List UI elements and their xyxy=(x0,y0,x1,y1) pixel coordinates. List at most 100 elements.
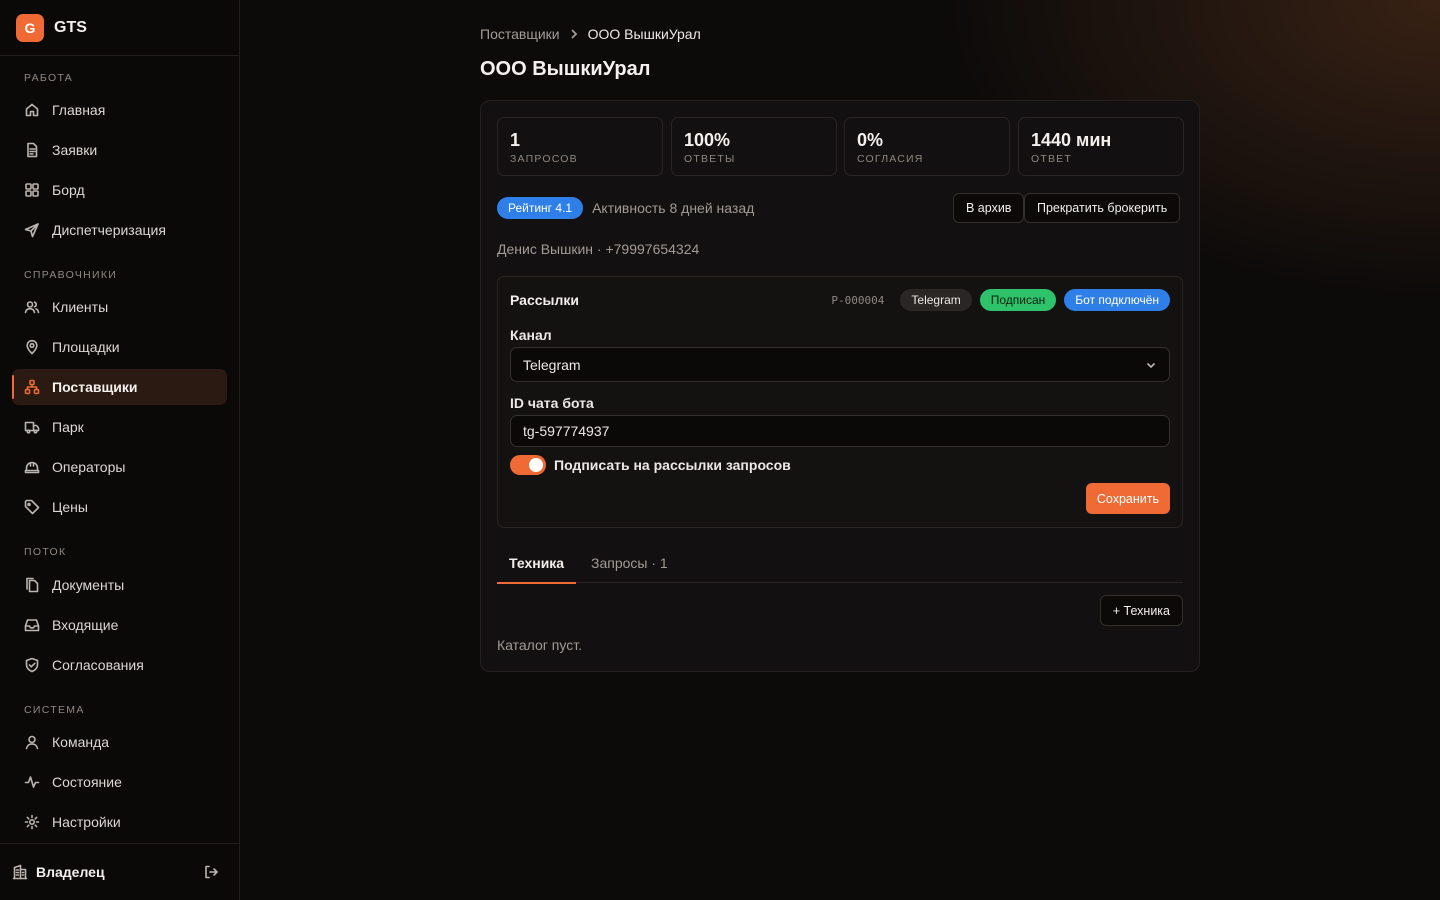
users-icon xyxy=(24,299,40,315)
section-title-work: Работа xyxy=(24,72,74,84)
sidebar-item-requests[interactable]: Заявки xyxy=(12,132,227,168)
section-title-flow: Поток xyxy=(24,546,67,558)
add-equipment-button[interactable]: + Техника xyxy=(1099,595,1183,626)
sidebar-item-documents[interactable]: Документы xyxy=(12,567,227,603)
hard-hat-icon xyxy=(24,459,40,475)
mailing-panel: Рассылки P-000004 Telegram Подписан Бот … xyxy=(497,276,1183,528)
current-user[interactable]: Владелец xyxy=(12,864,105,880)
page-title: ООО ВышкиУрал xyxy=(480,58,651,80)
stat-value: 1440 мин xyxy=(1031,130,1112,150)
stop-brokering-button[interactable]: Прекратить брокерить xyxy=(1024,193,1181,223)
sidebar-item-fleet[interactable]: Парк xyxy=(12,409,227,445)
brand[interactable]: G GTS xyxy=(0,0,239,56)
tag-icon xyxy=(24,499,40,515)
truck-icon xyxy=(24,419,40,435)
stat-agreements: 0% согласия xyxy=(844,117,1010,176)
sidebar-item-label: Команда xyxy=(52,734,110,750)
rating-row: Рейтинг 4.1 Активность 8 дней назад xyxy=(497,197,754,219)
stat-responses: 100% ответы xyxy=(671,117,837,176)
sidebar-item-team[interactable]: Команда xyxy=(12,724,227,760)
sidebar-item-inbox[interactable]: Входящие xyxy=(12,607,227,643)
files-icon xyxy=(24,577,40,593)
chat-id-label: ID чата бота xyxy=(510,395,594,411)
sidebar-item-dispatch[interactable]: Диспетчеризация xyxy=(12,212,227,248)
breadcrumb-parent[interactable]: Поставщики xyxy=(480,26,560,42)
archive-button[interactable]: В архив xyxy=(953,193,1025,223)
sidebar-item-home[interactable]: Главная xyxy=(12,92,227,128)
tab-requests[interactable]: Запросы · 1 xyxy=(579,543,680,583)
tabs: Техника Запросы · 1 xyxy=(497,543,1183,584)
bot-connected-badge: Бот подключён xyxy=(1064,289,1170,311)
sidebar: G GTS Работа Главная Заявки Борд Диспетч… xyxy=(0,0,240,900)
sidebar-item-label: Заявки xyxy=(52,142,98,158)
send-icon xyxy=(24,222,40,238)
building-icon xyxy=(12,864,28,880)
save-button[interactable]: Сохранить xyxy=(1085,483,1170,514)
mailing-badges: P-000004 Telegram Подписан Бот подключён xyxy=(831,289,1170,311)
sidebar-item-sites[interactable]: Площадки xyxy=(12,329,227,365)
supplier-card: 1 запросов 100% ответы 0% согласия 1440 … xyxy=(480,100,1200,672)
gear-icon xyxy=(24,814,40,830)
sidebar-item-board[interactable]: Борд xyxy=(12,172,227,208)
sidebar-item-label: Диспетчеризация xyxy=(52,222,166,238)
stat-label: ответ xyxy=(1031,153,1073,165)
stat-label: запросов xyxy=(510,153,578,165)
user-icon xyxy=(24,734,40,750)
home-icon xyxy=(24,102,40,118)
sidebar-item-label: Настройки xyxy=(52,814,121,830)
sidebar-item-label: Площадки xyxy=(52,339,120,355)
mailing-title: Рассылки xyxy=(510,292,579,308)
channel-label: Канал xyxy=(510,327,552,343)
stat-requests: 1 запросов xyxy=(497,117,663,176)
sidebar-item-prices[interactable]: Цены xyxy=(12,489,227,525)
toggle-knob xyxy=(529,458,543,472)
catalog-empty-text: Каталог пуст. xyxy=(497,637,582,653)
section-title-references: Справочники xyxy=(24,269,118,281)
grid-icon xyxy=(24,182,40,198)
subscribed-badge: Подписан xyxy=(979,289,1057,311)
channel-badge: Telegram xyxy=(900,289,972,311)
sidebar-item-label: Входящие xyxy=(52,617,119,633)
chevron-right-icon xyxy=(568,28,580,40)
stat-value: 100% xyxy=(684,130,731,150)
activity-icon xyxy=(24,774,40,790)
brand-logo: G xyxy=(16,13,44,42)
subscribe-toggle[interactable] xyxy=(510,455,546,475)
sidebar-item-operators[interactable]: Операторы xyxy=(12,449,227,485)
map-pin-icon xyxy=(24,339,40,355)
sidebar-item-label: Состояние xyxy=(52,774,122,790)
sidebar-item-label: Клиенты xyxy=(52,299,109,315)
tab-equipment[interactable]: Техника xyxy=(497,543,577,584)
sidebar-item-label: Поставщики xyxy=(52,379,138,395)
stat-value: 0% xyxy=(857,130,884,150)
chat-id-value: tg-597774937 xyxy=(523,423,610,439)
sidebar-item-label: Главная xyxy=(52,102,106,118)
supplier-id: P-000004 xyxy=(831,293,885,307)
sidebar-item-label: Согласования xyxy=(52,657,144,673)
stat-response-time: 1440 мин ответ xyxy=(1018,117,1184,176)
sidebar-item-approvals[interactable]: Согласования xyxy=(12,647,227,683)
breadcrumb-current: ООО ВышкиУрал xyxy=(587,26,701,42)
section-title-system: Система xyxy=(24,704,85,716)
sidebar-item-label: Борд xyxy=(52,182,85,198)
subscribe-row: Подписать на рассылки запросов xyxy=(510,455,791,475)
channel-select-value: Telegram xyxy=(523,356,581,373)
sidebar-item-suppliers[interactable]: Поставщики xyxy=(12,369,227,405)
document-icon xyxy=(24,142,40,158)
sidebar-item-label: Цены xyxy=(52,499,88,515)
brand-name: GTS xyxy=(54,18,87,36)
chevron-down-icon xyxy=(1145,359,1157,371)
chat-id-input[interactable]: tg-597774937 xyxy=(510,415,1170,447)
rating-badge: Рейтинг 4.1 xyxy=(497,197,584,219)
sidebar-item-status[interactable]: Состояние xyxy=(12,764,227,800)
channel-select[interactable]: Telegram xyxy=(510,347,1170,382)
stat-label: согласия xyxy=(857,153,924,165)
user-role: Владелец xyxy=(36,864,105,880)
stat-label: ответы xyxy=(684,153,736,165)
contact-info: Денис Вышкин · +79997654324 xyxy=(497,241,700,257)
sidebar-item-clients[interactable]: Клиенты xyxy=(12,289,227,325)
logout-icon[interactable] xyxy=(203,864,219,880)
sidebar-item-label: Операторы xyxy=(52,459,126,475)
sidebar-item-settings[interactable]: Настройки xyxy=(12,804,227,840)
sidebar-item-label: Документы xyxy=(52,577,125,593)
